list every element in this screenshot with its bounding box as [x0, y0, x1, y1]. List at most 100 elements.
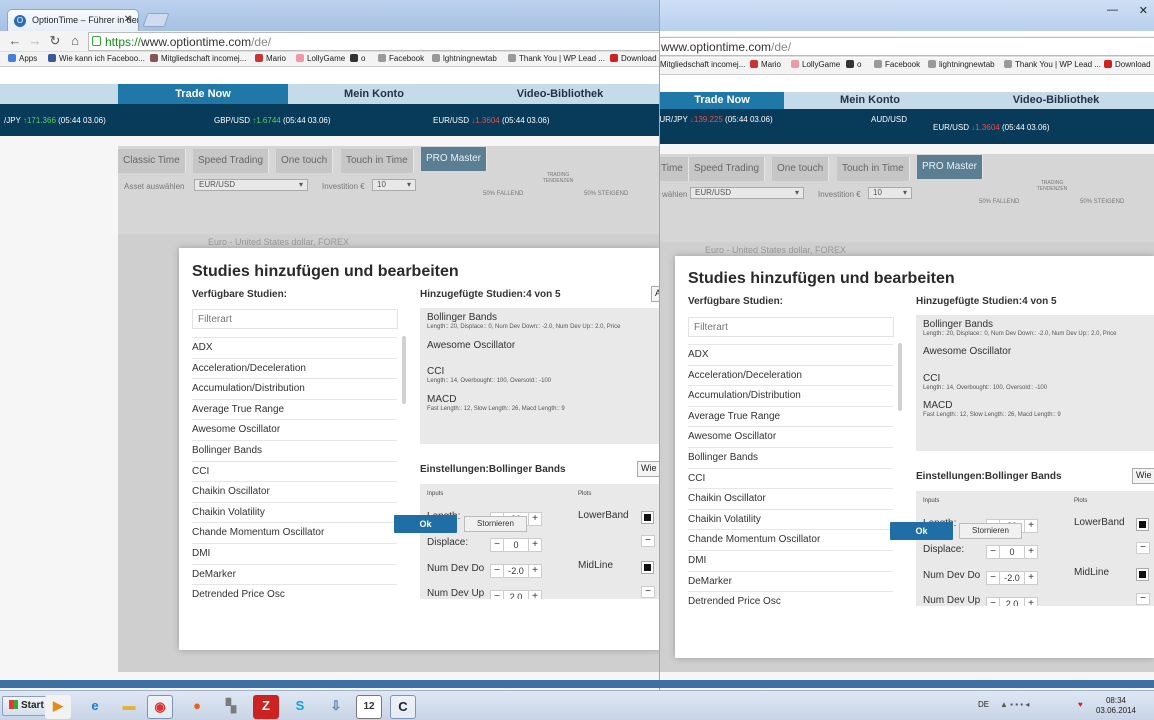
bookmark-item[interactable]: LollyGame	[791, 60, 840, 69]
browser-tab[interactable]: O OptionTime – Führer in der bi ✕	[7, 9, 139, 31]
new-tab-button[interactable]	[142, 13, 170, 27]
cancel-button[interactable]: Stornieren	[959, 523, 1022, 539]
system-clock[interactable]: 08:34 03.06.2014	[1096, 696, 1136, 716]
media-player-icon[interactable]: ▶	[45, 695, 71, 719]
num-dev-down-stepper[interactable]: − -2.0 +	[986, 571, 1038, 585]
list-item[interactable]: Bollinger Bands	[688, 446, 893, 468]
bookmark-item[interactable]: Mitgliedschaft incomej...	[660, 60, 745, 69]
added-study-item[interactable]: CCI Length:: 14, Overbought:: 100, Overso…	[427, 366, 551, 384]
displace-stepper[interactable]: −0 +	[986, 545, 1038, 559]
list-item[interactable]: Awesome Oscillator	[688, 426, 893, 447]
list-item[interactable]: Chande Momentum Oscillator	[192, 522, 397, 543]
bookmark-item[interactable]: o	[350, 54, 365, 63]
bookmark-item[interactable]: Thank You | WP Lead ...	[508, 54, 605, 63]
list-item[interactable]: Average True Range	[688, 405, 893, 427]
tab-pro-master[interactable]: PRO Master	[421, 147, 488, 171]
tab-classic-time[interactable]: Classic Time	[118, 149, 186, 173]
address-bar[interactable]: https://www.optiontime.com/de/	[88, 32, 660, 51]
start-button[interactable]: Start	[2, 696, 51, 716]
num-dev-down-stepper[interactable]: − -2.0 +	[490, 564, 542, 578]
language-indicator[interactable]: DE	[978, 700, 989, 709]
ok-button[interactable]: Ok	[890, 522, 953, 540]
tab-touch-in-time[interactable]: Touch in Time	[837, 157, 910, 181]
internet-explorer-icon[interactable]: e	[82, 695, 108, 719]
remove-plot-button[interactable]: −	[1136, 542, 1150, 554]
list-item[interactable]: Bollinger Bands	[192, 439, 397, 461]
nav-mein-konto[interactable]: Mein Konto	[784, 92, 956, 109]
tab-classic-time[interactable]: Time	[660, 157, 689, 181]
nav-video-bibliothek[interactable]: Video-Bibliothek	[460, 84, 660, 104]
bookmark-item[interactable]: lightningnewtab	[928, 60, 995, 69]
tab-pro-master[interactable]: PRO Master	[917, 155, 984, 179]
ok-button[interactable]: Ok	[394, 515, 457, 533]
list-item[interactable]: CCI	[688, 467, 893, 489]
reload-icon[interactable]: ↻	[47, 33, 63, 49]
added-study-item[interactable]: MACD Fast Length:: 12, Slow Length:: 26, …	[923, 400, 1061, 418]
nav-video-bibliothek[interactable]: Video-Bibliothek	[956, 92, 1154, 109]
bookmark-item[interactable]: Download	[1104, 60, 1151, 69]
added-study-item[interactable]: CCI Length:: 14, Overbought:: 100, Overso…	[923, 373, 1047, 391]
bookmark-item[interactable]: Download	[610, 54, 657, 63]
ticker-item[interactable]: AUD/USD	[871, 115, 907, 124]
firefox-icon[interactable]: ●	[184, 695, 210, 719]
home-icon[interactable]: ⌂	[67, 33, 83, 48]
list-item[interactable]: Chande Momentum Oscillator	[688, 529, 893, 550]
bookmark-item[interactable]: Thank You | WP Lead ...	[1004, 60, 1101, 69]
studies-scrollbar[interactable]	[898, 343, 902, 411]
added-study-item[interactable]: MACD Fast Length:: 12, Slow Length:: 26, …	[427, 394, 565, 412]
investment-select[interactable]: 10 ▾	[868, 187, 912, 199]
app-grid-icon[interactable]: ▚	[218, 695, 244, 719]
added-study-item[interactable]: Awesome Oscillator	[923, 346, 1011, 358]
tab-one-touch[interactable]: One touch	[276, 149, 334, 173]
num-dev-up-stepper[interactable]: −2.0 +	[490, 590, 542, 599]
nav-trade-now[interactable]: Trade Now	[118, 84, 288, 104]
file-explorer-icon[interactable]: ▬	[116, 695, 142, 719]
back-icon[interactable]: ←	[7, 33, 23, 48]
camtasia-icon[interactable]: C	[390, 695, 416, 719]
bookmark-item[interactable]: Mitgliedschaft incomej...	[150, 54, 246, 63]
remove-plot-button[interactable]: −	[1136, 593, 1150, 605]
study-filter-input[interactable]	[688, 317, 894, 337]
minimize-icon[interactable]: —	[1107, 4, 1118, 16]
chrome-icon[interactable]: ◉	[147, 695, 173, 719]
skype-icon[interactable]: S	[287, 695, 313, 719]
list-item[interactable]: ADX	[192, 337, 397, 358]
bookmark-item[interactable]: lghtningnewtab	[432, 54, 497, 63]
list-item[interactable]: Chaikin Volatility	[192, 501, 397, 523]
bookmark-item[interactable]: o	[846, 60, 861, 69]
list-item[interactable]: Detrended Price Osc	[192, 584, 397, 599]
list-item[interactable]: DeMarker	[688, 570, 893, 592]
list-item[interactable]: DMI	[688, 549, 893, 571]
forward-icon[interactable]: →	[27, 33, 43, 48]
ticker-item[interactable]: EUR/USD ↓1.3604 (05:44 03.06)	[933, 123, 1050, 132]
nav-trade-now[interactable]: Trade Now	[660, 92, 784, 109]
num-dev-up-stepper[interactable]: −2.0 +	[986, 597, 1038, 606]
investment-select[interactable]: 10 ▾	[372, 179, 416, 191]
ticker-item[interactable]: EUR/JPY ↓139.225 (05:44 03.06)	[660, 115, 773, 124]
bookmark-item[interactable]: Facebook	[874, 60, 920, 69]
added-study-item[interactable]: Bollinger Bands Length:: 20, Displace:: 0…	[427, 312, 620, 330]
list-item[interactable]: CCI	[192, 460, 397, 482]
remove-plot-button[interactable]: −	[641, 535, 655, 547]
list-item[interactable]: Chaikin Volatility	[688, 508, 893, 530]
close-window-icon[interactable]: ✕	[1139, 4, 1148, 17]
nav-mein-konto[interactable]: Mein Konto	[288, 84, 460, 104]
address-bar[interactable]: www.optiontime.com/de/	[660, 37, 1154, 56]
asset-select[interactable]: EUR/USD ▾	[690, 187, 804, 199]
remove-plot-button[interactable]: −	[641, 586, 655, 598]
list-item[interactable]: Detrended Price Osc	[688, 591, 893, 606]
list-item[interactable]: Average True Range	[192, 398, 397, 420]
list-item[interactable]: DeMarker	[192, 563, 397, 585]
settings-restore-button[interactable]: Wie	[1132, 468, 1154, 484]
cancel-button[interactable]: Stornieren	[464, 516, 527, 532]
bookmark-item[interactable]: Wie kann ich Faceboo...	[48, 54, 145, 63]
bookmark-item[interactable]: LollyGame	[296, 54, 345, 63]
list-item[interactable]: Chaikin Oscillator	[192, 481, 397, 502]
list-item[interactable]: Accumulation/Distribution	[688, 385, 893, 406]
antivirus-icon[interactable]: ♥	[1078, 700, 1083, 709]
study-filter-input[interactable]	[192, 309, 398, 329]
tab-speed-trading[interactable]: Speed Trading	[193, 149, 270, 173]
asset-select[interactable]: EUR/USD ▾	[194, 179, 308, 191]
tray-icons[interactable]: ▲ ▪ ▪ ▪ ◂	[1000, 700, 1029, 709]
list-item[interactable]: ADX	[688, 344, 893, 365]
